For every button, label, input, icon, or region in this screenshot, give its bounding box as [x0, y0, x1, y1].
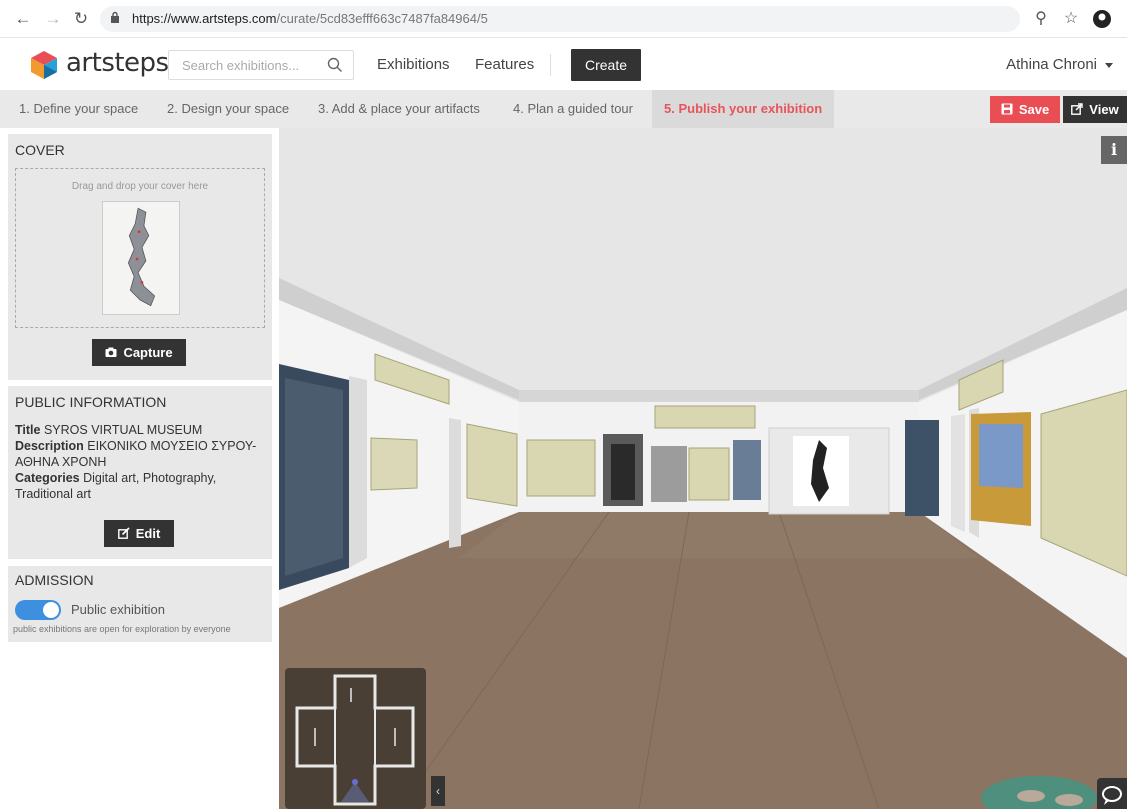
view-label: View [1089, 102, 1119, 117]
admission-card: ADMISSION Public exhibition public exhib… [8, 566, 272, 642]
search-box [168, 50, 354, 80]
cover-title: COVER [15, 142, 65, 158]
admission-description: public exhibitions are open for explorat… [13, 624, 231, 634]
edit-label: Edit [135, 526, 161, 541]
step-define-space[interactable]: 1. Define your space [19, 90, 138, 128]
chat-button[interactable] [1097, 778, 1127, 809]
public-exhibition-label: Public exhibition [71, 602, 165, 617]
url-path: /curate/5cd83efff663c7487fa84964/5 [276, 11, 488, 26]
exhibition-description-row: Description ΕΙΚΟΝΙΚΟ ΜΟΥΣΕΙΟ ΣΥΡΟΥ- ΑΘΗΝ… [15, 438, 265, 470]
step-add-artifacts[interactable]: 3. Add & place your artifacts [318, 90, 480, 128]
admission-title: ADMISSION [15, 572, 94, 588]
save-label: Save [1018, 102, 1050, 117]
capture-label: Capture [123, 345, 173, 360]
floor-plan-icon [295, 674, 415, 806]
create-button[interactable]: Create [571, 49, 641, 81]
view-button[interactable]: View [1063, 96, 1127, 123]
user-name: Athina Chroni [1006, 56, 1097, 73]
publish-sidebar: COVER Drag and drop your cover here Capt… [0, 128, 279, 809]
save-button[interactable]: Save [990, 96, 1060, 123]
steps-bar: 1. Define your space 2. Design your spac… [0, 90, 1127, 128]
public-information-card: PUBLIC INFORMATION Title SYROS VIRTUAL M… [8, 386, 272, 559]
browser-toolbar: ← → ↻ https://www.artsteps.com/curate/5c… [0, 0, 1127, 38]
nav-divider [550, 54, 551, 76]
nav-exhibitions[interactable]: Exhibitions [377, 56, 450, 73]
artsteps-logo-icon[interactable] [28, 49, 60, 81]
caret-down-icon [1105, 62, 1113, 68]
url-host: https://www.artsteps.com [132, 11, 277, 26]
cover-drop-zone[interactable]: Drag and drop your cover here [15, 168, 265, 328]
key-icon[interactable]: ⚲ [1030, 8, 1052, 30]
step-design-space[interactable]: 2. Design your space [167, 90, 289, 128]
cover-map-thumbnail [102, 201, 180, 315]
edit-button[interactable]: Edit [104, 520, 174, 547]
forward-icon[interactable]: → [42, 8, 64, 30]
exhibition-categories-row: Categories Digital art, Photography, Tra… [15, 470, 265, 502]
exhibition-title-row: Title SYROS VIRTUAL MUSEUM [15, 422, 265, 438]
back-icon[interactable]: ← [12, 8, 34, 30]
logo-text[interactable]: artsteps [66, 48, 169, 78]
cover-card: COVER Drag and drop your cover here Capt… [8, 134, 272, 380]
reload-icon[interactable]: ↻ [70, 8, 92, 30]
step-publish[interactable]: 5. Publish your exhibition [652, 90, 835, 128]
bench-decor [981, 776, 1097, 809]
public-information-title: PUBLIC INFORMATION [15, 394, 167, 410]
nav-features[interactable]: Features [475, 56, 534, 73]
search-icon[interactable] [327, 57, 343, 73]
floppy-icon [1001, 103, 1013, 115]
address-bar[interactable]: https://www.artsteps.com/curate/5cd83eff… [100, 6, 1020, 32]
external-link-icon [1071, 103, 1083, 115]
profile-icon[interactable] [1092, 9, 1112, 29]
chat-icon [1102, 786, 1122, 805]
star-icon[interactable]: ☆ [1060, 8, 1082, 30]
public-exhibition-toggle[interactable] [15, 600, 61, 620]
title-label: Title [15, 423, 41, 437]
exhibition-3d-viewport[interactable]: i ‹ [279, 128, 1127, 809]
step-guided-tour[interactable]: 4. Plan a guided tour [513, 90, 633, 128]
categories-label: Categories [15, 471, 80, 485]
user-menu[interactable]: Athina Chroni [1006, 56, 1113, 73]
title-value: SYROS VIRTUAL MUSEUM [43, 423, 203, 437]
lock-icon [111, 11, 119, 23]
floor-plan-minimap[interactable] [285, 668, 426, 809]
search-input[interactable] [169, 51, 319, 79]
collapse-minimap-button[interactable]: ‹ [431, 776, 445, 806]
app-header: artsteps Exhibitions Features Create Ath… [0, 38, 1127, 90]
camera-icon [105, 347, 117, 357]
edit-icon [117, 527, 130, 539]
cover-drop-text: Drag and drop your cover here [71, 181, 209, 192]
capture-button[interactable]: Capture [92, 339, 186, 366]
description-label: Description [15, 439, 84, 453]
toggle-knob [43, 602, 59, 618]
info-icon[interactable]: i [1101, 136, 1127, 164]
